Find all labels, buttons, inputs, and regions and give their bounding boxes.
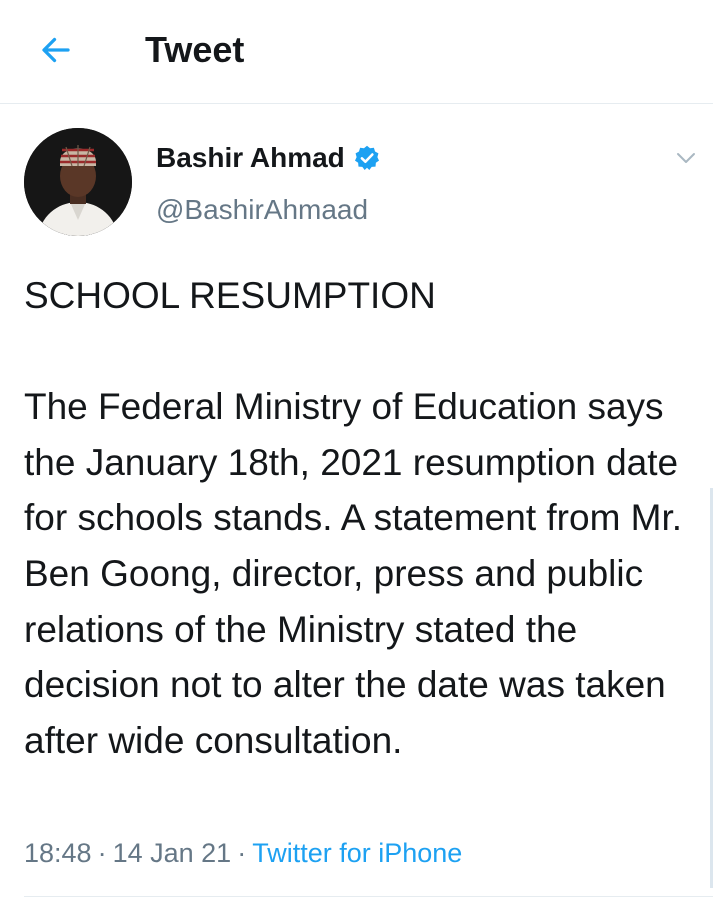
author-handle[interactable]: @BashirAhmaad — [156, 192, 368, 228]
author-name-row[interactable]: Bashir Ahmad — [156, 140, 381, 176]
tweet-text: SCHOOL RESUMPTION The Federal Ministry o… — [24, 275, 683, 761]
author-name[interactable]: Bashir Ahmad — [156, 140, 345, 176]
more-options-button[interactable] — [672, 144, 700, 172]
top-bar: Tweet — [0, 0, 713, 104]
tweet-time: 18:48 — [24, 838, 92, 868]
meta-separator: · — [237, 838, 247, 868]
chevron-down-icon — [677, 153, 695, 163]
avatar-image — [24, 128, 132, 236]
back-button[interactable] — [36, 30, 76, 70]
divider — [24, 896, 713, 897]
tweet-source-link[interactable]: Twitter for iPhone — [252, 836, 462, 870]
page-title: Tweet — [145, 29, 245, 70]
arrow-left-icon — [42, 37, 70, 63]
verified-badge-icon — [353, 144, 381, 172]
tweet-screen: Tweet Bashir Ahmad @BashirAhmaad SCHOOL … — [0, 0, 713, 901]
avatar[interactable] — [24, 128, 132, 236]
meta-separator: · — [97, 838, 107, 868]
tweet-date: 14 Jan 21 — [112, 838, 232, 868]
tweet-meta: 18:48 · 14 Jan 21 · Twitter for iPhone — [24, 836, 462, 870]
